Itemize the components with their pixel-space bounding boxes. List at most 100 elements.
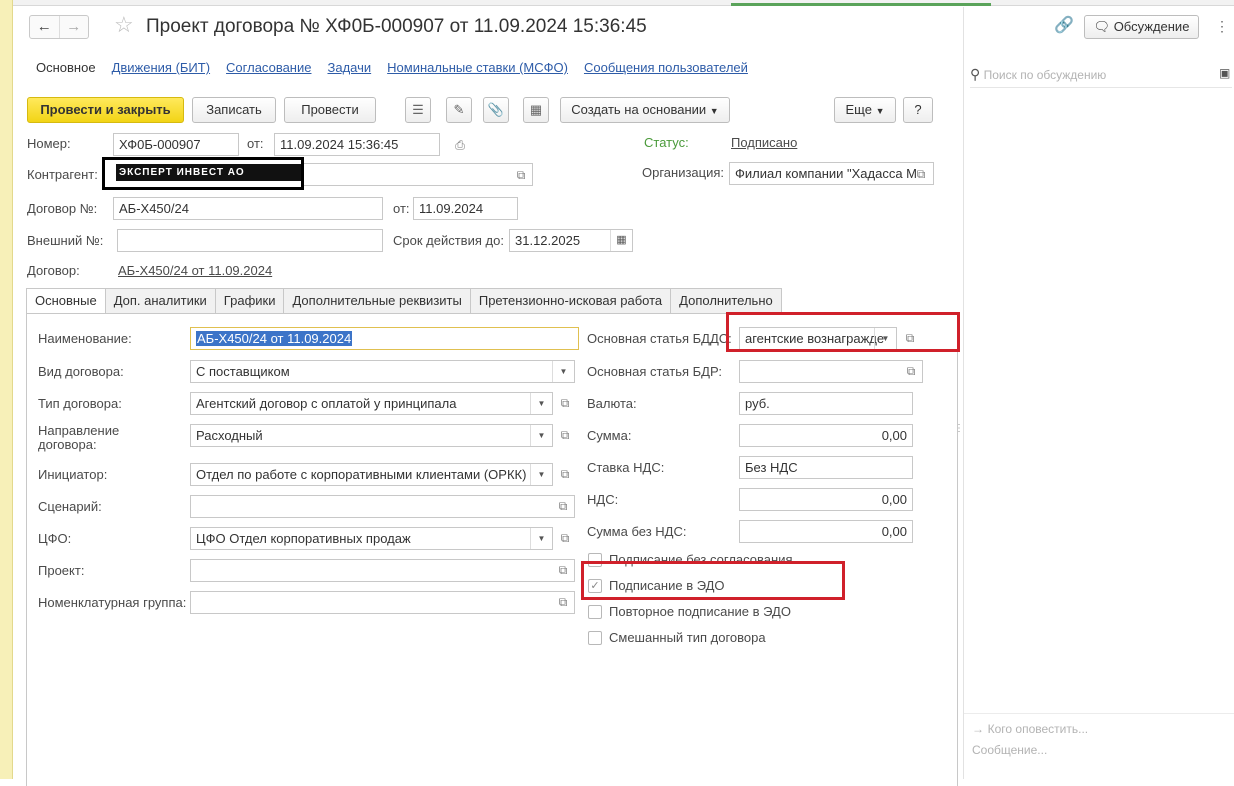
tab-additional-attributes[interactable]: Дополнительные реквизиты [283,288,471,313]
calendar-icon[interactable]: ▦ [610,230,632,251]
chevron-down-icon[interactable]: ▼ [530,464,552,485]
open-direction-icon[interactable]: ⧉ [556,426,574,444]
chevron-down-icon[interactable]: ▼ [530,425,552,446]
date-label: от: [247,136,264,151]
save-button[interactable]: Записать [192,97,276,123]
chevron-down-icon[interactable]: ▼ [530,393,552,414]
open-type-icon[interactable]: ⧉ [556,394,574,412]
project-field[interactable] [190,559,575,582]
tab-basic[interactable]: Основные [26,288,106,314]
panel-splitter[interactable]: ⋮ [954,424,964,442]
sum-without-vat-field[interactable]: 0,00 [739,520,913,543]
number-label: Номер: [27,136,71,151]
more-vertical-icon[interactable]: ⋮ [1215,18,1229,35]
post-button[interactable]: Провести [284,97,376,123]
cfo-field[interactable]: ЦФО Отдел корпоративных продаж ▼ [190,527,553,550]
organization-label: Организация: [642,165,725,180]
organization-field[interactable]: Филиал компании "Хадасса М [729,162,934,185]
document-send-icon[interactable]: ⎙ [451,136,469,154]
project-label: Проект: [38,563,85,578]
nomenclature-group-label: Номенклатурная группа: [38,595,187,610]
chevron-down-icon[interactable]: ▼ [530,528,552,549]
back-arrow-icon[interactable]: ← [30,16,59,38]
tab-additionally[interactable]: Дополнительно [670,288,782,313]
video-icon[interactable]: ▣ [1219,66,1230,80]
bdds-label: Основная статья БДДС: [587,331,732,346]
name-field[interactable]: АБ-Х450/24 от 11.09.2024 [190,327,579,350]
direction-field[interactable]: Расходный ▼ [190,424,553,447]
tab-claims[interactable]: Претензионно-исковая работа [469,288,672,313]
status-value[interactable]: Подписано [731,135,797,150]
attachment-icon[interactable]: 📎 [483,97,509,123]
create-based-on-button[interactable]: Создать на основании ▼ [560,97,730,123]
open-scenario-icon[interactable]: ⧉ [554,497,572,515]
number-field[interactable]: ХФ0Б-000907 [113,133,239,156]
open-counterparty-icon[interactable]: ⧉ [512,166,530,184]
scenario-field[interactable] [190,495,575,518]
contract-link[interactable]: АБ-Х450/24 от 11.09.2024 [118,263,272,278]
type-label: Тип договора: [38,396,122,411]
currency-field[interactable]: руб. [739,392,913,415]
tab-tasks[interactable]: Задачи [319,58,379,80]
basic-tab-panel: Наименование: АБ-Х450/24 от 11.09.2024 В… [26,312,960,786]
left-panel-strip [0,0,13,779]
chevron-down-icon: ▼ [709,106,719,116]
notify-input[interactable]: → Кого оповестить... [972,721,1088,736]
favorite-star-icon[interactable]: ☆ [114,12,134,38]
external-number-field[interactable] [117,229,383,252]
help-button[interactable]: ? [903,97,933,123]
external-number-label: Внешний №: [27,233,104,248]
tab-main[interactable]: Основное [28,58,104,80]
contract-date-field[interactable]: 11.09.2024 [413,197,518,220]
link-icon[interactable]: 🔗 [1054,15,1074,35]
tab-additional-analytics[interactable]: Доп. аналитики [104,288,216,313]
discussion-search[interactable]: ⚲ Поиск по обсуждению [970,63,1232,85]
sum-label: Сумма: [587,428,632,443]
open-initiator-icon[interactable]: ⧉ [556,465,574,483]
chevron-down-icon[interactable]: ▼ [552,361,574,382]
kind-label: Вид договора: [38,364,124,379]
initiator-label: Инициатор: [38,467,108,482]
vat-rate-label: Ставка НДС: [587,460,665,475]
bdds-highlight [726,312,960,352]
valid-until-field[interactable]: 31.12.2025 ▦ [509,229,633,252]
vat-rate-field[interactable]: Без НДС [739,456,913,479]
open-bdr-icon[interactable]: ⧉ [902,362,920,380]
open-cfo-icon[interactable]: ⧉ [556,529,574,547]
more-button[interactable]: Еще ▼ [834,97,896,123]
cfo-label: ЦФО: [38,531,72,546]
post-and-close-button[interactable]: Провести и закрыть [27,97,184,123]
tab-approval[interactable]: Согласование [218,58,319,80]
bdr-label: Основная статья БДР: [587,364,722,379]
tab-schedules[interactable]: Графики [214,288,285,313]
kind-field[interactable]: С поставщиком ▼ [190,360,575,383]
vat-field[interactable]: 0,00 [739,488,913,511]
nomenclature-group-field[interactable] [190,591,575,614]
sum-without-vat-label: Сумма без НДС: [587,524,687,539]
nav-buttons: ← → [29,15,89,39]
bdr-field[interactable] [739,360,923,383]
open-nomenclature-group-icon[interactable]: ⧉ [554,593,572,611]
message-input[interactable]: Сообщение... [972,743,1047,757]
date-field[interactable]: 11.09.2024 15:36:45 [274,133,440,156]
discussion-button[interactable]: 🗨 Обсуждение [1084,15,1199,39]
tab-movements[interactable]: Движения (БИТ) [104,58,218,80]
contract-number-field[interactable]: АБ-Х450/24 [113,197,383,220]
structure-icon[interactable]: ▦ [523,97,549,123]
discussion-search-placeholder: Поиск по обсуждению [983,68,1107,82]
sum-field[interactable]: 0,00 [739,424,913,447]
type-field[interactable]: Агентский договор с оплатой у принципала… [190,392,553,415]
open-organization-icon[interactable]: ⧉ [912,165,930,183]
tab-user-messages[interactable]: Сообщения пользователей [576,58,756,80]
forward-arrow-icon[interactable]: → [58,16,89,38]
document-form: ← → ☆ Проект договора № ХФ0Б-000907 от 1… [14,7,960,786]
report-icon[interactable]: ☰ [405,97,431,123]
edit-pen-icon[interactable]: ✎ [446,97,472,123]
tab-nominal-rates[interactable]: Номинальные ставки (МСФО) [379,58,576,80]
open-project-icon[interactable]: ⧉ [554,561,572,579]
mixed-contract-type-checkbox[interactable] [588,631,602,645]
initiator-field[interactable]: Отдел по работе с корпоративными клиента… [190,463,553,486]
resigning-in-edo-checkbox[interactable] [588,605,602,619]
contract-date-label: от: [393,201,410,216]
chevron-down-icon: ▼ [875,106,885,116]
